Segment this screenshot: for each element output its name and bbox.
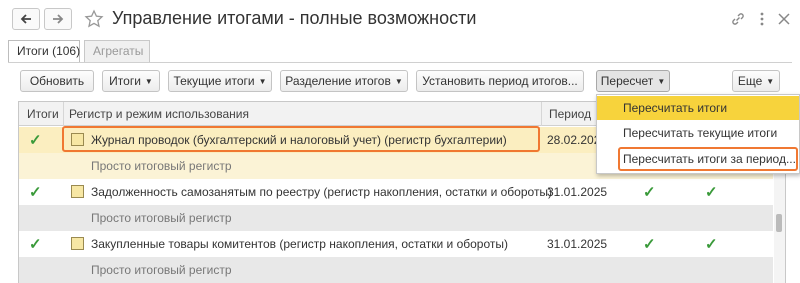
link-icon[interactable] (730, 11, 746, 27)
caret-down-icon: ▼ (766, 76, 775, 86)
more-button[interactable]: Еще ▼ (732, 70, 780, 92)
close-icon[interactable] (776, 11, 792, 27)
check-icon: ✓ (705, 184, 718, 201)
column-divider (63, 102, 64, 126)
highlight-frame-menu (618, 147, 798, 171)
caret-down-icon: ▼ (394, 76, 403, 86)
register-name: Задолженность самозанятым по реестру (ре… (91, 185, 553, 199)
tab-aggregates[interactable]: Агрегаты (84, 40, 150, 62)
table-row[interactable]: Просто итоговый регистр (19, 205, 773, 231)
tab-totals[interactable]: Итоги (106) (8, 40, 80, 62)
check-icon: ✓ (705, 236, 718, 253)
set-period-button[interactable]: Установить период итогов... (416, 70, 584, 92)
page-title: Управление итогами - полные возможности (112, 8, 477, 28)
column-header-register[interactable]: Регистр и режим использования (69, 107, 249, 121)
table-row[interactable]: ✓ Задолженность самозанятым по реестру (… (19, 179, 773, 205)
split-totals-button[interactable]: Разделение итогов ▼ (280, 70, 408, 92)
title-bar: Управление итогами - полные возможности (0, 0, 800, 38)
arrow-right-icon (53, 14, 64, 24)
star-icon[interactable] (84, 9, 104, 29)
register-name: Закупленные товары комитентов (регистр н… (91, 237, 509, 251)
table-row[interactable]: ✓ Закупленные товары комитентов (регистр… (19, 231, 773, 257)
period-value: 31.01.2025 (547, 237, 608, 251)
register-mode: Просто итоговый регистр (91, 159, 232, 173)
menu-item-recalc-totals[interactable]: Пересчитать итоги (597, 96, 799, 120)
column-header-totals[interactable]: Итоги (27, 107, 59, 121)
current-totals-button[interactable]: Текущие итоги ▼ (168, 70, 272, 92)
period-value: 28.02.202 (547, 133, 601, 147)
column-divider (541, 102, 542, 126)
check-icon: ✓ (29, 184, 42, 201)
back-button[interactable] (12, 8, 40, 30)
caret-down-icon: ▼ (144, 76, 153, 86)
check-icon: ✓ (29, 132, 42, 149)
recalc-button[interactable]: Пересчет ▼ (596, 70, 670, 92)
caret-down-icon: ▼ (657, 76, 666, 86)
check-icon: ✓ (643, 184, 656, 201)
check-icon: ✓ (643, 236, 656, 253)
caret-down-icon: ▼ (258, 76, 267, 86)
arrow-left-icon (20, 14, 31, 24)
register-mode: Просто итоговый регистр (91, 263, 232, 277)
menu-item-recalc-current-totals[interactable]: Пересчитать текущие итоги (597, 121, 799, 145)
table-row[interactable]: Просто итоговый регистр (19, 257, 773, 283)
highlight-frame-row (62, 126, 540, 152)
period-value: 31.01.2025 (547, 185, 608, 199)
check-icon: ✓ (29, 236, 42, 253)
scrollbar-thumb[interactable] (776, 214, 782, 232)
accumulation-register-icon (71, 237, 84, 250)
totals-button[interactable]: Итоги ▼ (102, 70, 160, 92)
column-header-period[interactable]: Период (549, 107, 591, 121)
more-vertical-icon[interactable] (754, 11, 770, 27)
tab-divider (8, 62, 792, 63)
refresh-button[interactable]: Обновить (20, 70, 94, 92)
accumulation-register-icon (71, 185, 84, 198)
register-mode: Просто итоговый регистр (91, 211, 232, 225)
forward-button[interactable] (44, 8, 72, 30)
